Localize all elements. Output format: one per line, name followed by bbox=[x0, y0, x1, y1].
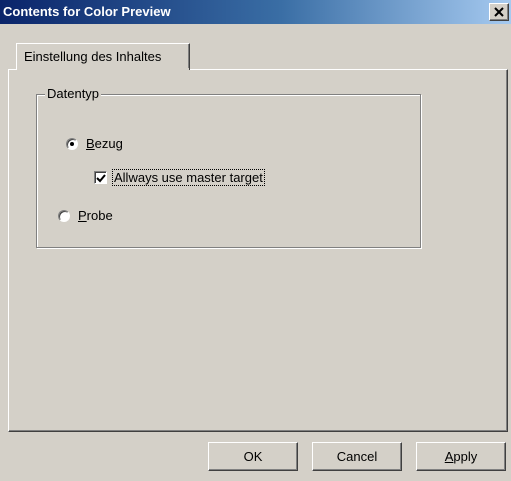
window-title: Contents for Color Preview bbox=[3, 4, 171, 19]
master-target-checkbox[interactable] bbox=[94, 171, 107, 184]
radio-bezug[interactable] bbox=[66, 138, 78, 150]
close-button[interactable] bbox=[489, 3, 509, 21]
cancel-button[interactable]: Cancel bbox=[312, 442, 402, 471]
close-icon bbox=[494, 5, 504, 20]
apply-button[interactable]: Apply bbox=[416, 442, 506, 471]
tab-gap bbox=[17, 68, 189, 71]
groupbox-legend: Datentyp bbox=[45, 86, 102, 101]
radio-probe[interactable] bbox=[58, 210, 70, 222]
title-bar: Contents for Color Preview bbox=[0, 0, 511, 24]
tab-einstellung[interactable]: Einstellung des Inhaltes bbox=[16, 43, 190, 70]
tab-label: Einstellung des Inhaltes bbox=[24, 49, 162, 64]
check-icon bbox=[96, 174, 106, 183]
radio-probe-label[interactable]: Probe bbox=[78, 208, 113, 223]
radio-selected-dot bbox=[70, 142, 74, 146]
ok-button[interactable]: OK bbox=[208, 442, 298, 471]
master-target-label[interactable]: Allways use master target bbox=[112, 169, 265, 186]
radio-bezug-label[interactable]: Bezug bbox=[86, 136, 123, 151]
